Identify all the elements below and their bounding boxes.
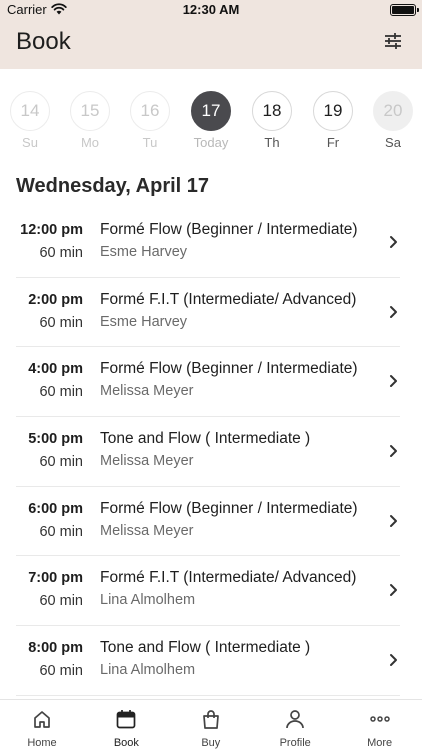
class-name: Formé F.I.T (Intermediate/ Advanced) bbox=[100, 569, 357, 587]
chevron-right-icon bbox=[390, 305, 397, 318]
day-label: Su bbox=[22, 135, 38, 150]
shopping-bag-icon bbox=[202, 710, 219, 729]
class-name: Formé Flow (Beginner / Intermediate) bbox=[100, 221, 358, 238]
class-row[interactable]: 2:00 pm 60 min Formé F.I.T (Intermediate/ … bbox=[16, 278, 400, 348]
class-teacher: Melissa Meyer bbox=[100, 383, 194, 400]
battery-icon bbox=[390, 4, 419, 16]
date-heading: Wednesday, April 17 bbox=[16, 175, 210, 197]
day-number: 15 bbox=[70, 91, 110, 131]
class-duration: 60 min bbox=[39, 663, 83, 680]
day-th[interactable]: 18 Th bbox=[250, 91, 294, 150]
day-label: Tu bbox=[142, 135, 158, 150]
class-name: Tone and Flow ( Intermediate ) bbox=[100, 430, 311, 448]
class-teacher: Esme Harvey bbox=[100, 313, 188, 330]
chevron-right-icon bbox=[390, 445, 397, 458]
day-number: 14 bbox=[10, 91, 50, 131]
chevron-right-icon bbox=[390, 514, 397, 527]
class-time: 4:00 pm bbox=[28, 361, 83, 378]
day-today[interactable]: 17 Today bbox=[189, 91, 233, 150]
tab-profile[interactable]: Profile bbox=[253, 700, 337, 750]
class-time: 12:00 pm bbox=[20, 222, 83, 238]
tab-more[interactable]: More bbox=[338, 700, 422, 750]
chevron-right-icon bbox=[390, 375, 397, 388]
page-title: Book bbox=[16, 28, 71, 55]
class-teacher: Esme Harvey bbox=[100, 244, 188, 260]
class-duration: 60 min bbox=[39, 593, 83, 610]
class-teacher: Melissa Meyer bbox=[100, 522, 194, 539]
day-number: 18 bbox=[252, 91, 292, 131]
class-duration: 60 min bbox=[39, 523, 83, 540]
class-teacher: Lina Almolhem bbox=[100, 592, 196, 609]
tab-label: Buy bbox=[201, 737, 221, 749]
class-row[interactable]: 4:00 pm 60 min Formé Flow (Beginner / Inte… bbox=[16, 347, 400, 418]
tab-label: More bbox=[367, 737, 393, 749]
day-label: Today bbox=[193, 135, 229, 150]
day-su[interactable]: 14 Su bbox=[8, 91, 52, 150]
class-duration: 60 min bbox=[39, 314, 83, 331]
class-name: Formé F.I.T (Intermediate/ Advanced) bbox=[100, 290, 357, 308]
more-dots-icon bbox=[369, 716, 390, 722]
tab-book[interactable]: Book bbox=[84, 700, 168, 750]
class-row[interactable]: 8:00 pm 60 min Tone and Flow ( Intermediat… bbox=[16, 626, 400, 696]
chevron-right-icon bbox=[390, 236, 397, 248]
class-time: 7:00 pm bbox=[28, 570, 83, 587]
day-number: 16 bbox=[130, 91, 170, 131]
status-bar: Carrier 12:30 AM bbox=[0, 0, 422, 20]
class-row[interactable]: 5:00 pm 60 min Tone and Flow ( Intermediat… bbox=[16, 417, 400, 487]
week-strip: 14 Su 15 Mo 16 Tu 17 Today 18 Th 19 Fr 20 Sa bbox=[0, 91, 422, 153]
tab-label: Book bbox=[113, 737, 139, 749]
class-name: Tone and Flow ( Intermediate ) bbox=[100, 639, 311, 657]
day-number: 19 bbox=[313, 91, 353, 131]
class-name: Formé Flow (Beginner / Intermediate) bbox=[100, 499, 358, 517]
tab-label: Profile bbox=[279, 737, 311, 749]
tab-home[interactable]: Home bbox=[0, 700, 84, 750]
day-fr[interactable]: 19 Fr bbox=[311, 91, 355, 150]
chevron-right-icon bbox=[390, 584, 397, 597]
sliders-icon[interactable] bbox=[384, 32, 402, 50]
day-label: Sa bbox=[385, 135, 401, 150]
tab-bar: Home Book Buy Profile More bbox=[0, 699, 422, 750]
class-teacher: Lina Almolhem bbox=[100, 662, 196, 679]
day-label: Th bbox=[264, 135, 280, 150]
day-mo[interactable]: 15 Mo bbox=[68, 91, 112, 150]
home-icon bbox=[34, 711, 50, 728]
class-duration: 60 min bbox=[39, 454, 83, 471]
class-time: 2:00 pm bbox=[28, 291, 83, 308]
day-label: Mo bbox=[80, 135, 100, 150]
status-clock: 12:30 AM bbox=[182, 2, 240, 17]
class-time: 5:00 pm bbox=[28, 431, 83, 448]
day-label: Fr bbox=[326, 135, 340, 150]
chevron-right-icon bbox=[390, 654, 397, 667]
class-time: 6:00 pm bbox=[28, 500, 83, 517]
class-row[interactable]: 12:00 pm 60 min Formé Flow (Beginner / Int… bbox=[16, 208, 400, 278]
day-number: 20 bbox=[373, 91, 413, 131]
person-icon bbox=[286, 710, 305, 729]
day-tu[interactable]: 16 Tu bbox=[128, 91, 172, 150]
tab-buy[interactable]: Buy bbox=[169, 700, 253, 750]
class-teacher: Melissa Meyer bbox=[100, 453, 194, 470]
day-sa[interactable]: 20 Sa bbox=[371, 91, 415, 150]
class-duration: 60 min bbox=[39, 384, 83, 401]
day-number: 17 bbox=[191, 91, 231, 131]
tab-label: Home bbox=[27, 737, 57, 749]
class-duration: 60 min bbox=[39, 245, 83, 261]
class-list: 12:00 pm 60 min Formé Flow (Beginner / Int… bbox=[0, 208, 422, 696]
calendar-icon bbox=[117, 710, 136, 729]
class-row[interactable]: 6:00 pm 60 min Formé Flow (Beginner / Inte… bbox=[16, 487, 400, 557]
class-time: 8:00 pm bbox=[28, 640, 83, 657]
class-row[interactable]: 7:00 pm 60 min Formé F.I.T (Intermediate/ … bbox=[16, 556, 400, 627]
class-name: Formé Flow (Beginner / Intermediate) bbox=[100, 360, 358, 378]
